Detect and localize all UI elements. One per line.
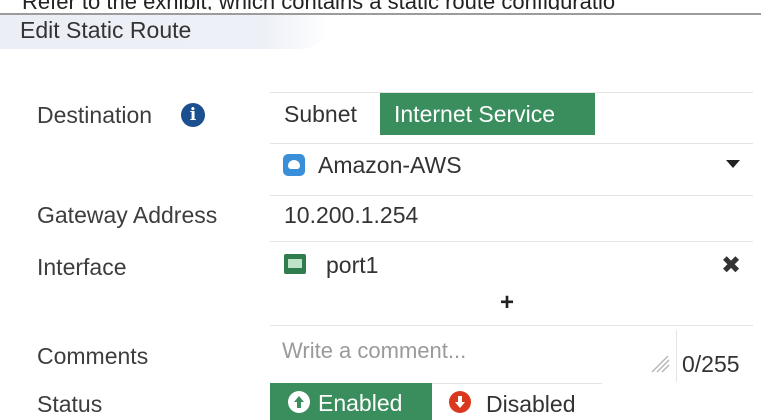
arrow-down-circle-icon	[449, 391, 471, 413]
divider	[270, 143, 753, 144]
destination-type-internet-service[interactable]: Internet Service	[380, 93, 595, 135]
resize-grip-icon[interactable]	[648, 355, 670, 373]
internet-service-value: Amazon-AWS	[318, 152, 462, 178]
interface-label: Interface	[37, 254, 127, 280]
gateway-address-input[interactable]: 10.200.1.254	[284, 201, 418, 229]
dialog-title: Edit Static Route	[20, 17, 192, 43]
divider	[676, 330, 677, 382]
comment-textarea[interactable]	[270, 330, 676, 380]
plus-icon[interactable]: +	[500, 290, 514, 316]
interface-value: port1	[326, 252, 379, 278]
gateway-label: Gateway Address	[37, 202, 218, 228]
network-port-icon	[284, 254, 306, 274]
exhibit-caption: Refer to the exhibit, which contains a s…	[0, 0, 761, 10]
chevron-down-icon[interactable]	[726, 160, 740, 168]
cloud-icon	[283, 154, 305, 176]
destination-label: Destination	[37, 102, 153, 128]
arrow-up-circle-icon	[288, 391, 310, 413]
comment-counter: 0/255	[682, 351, 740, 377]
destination-type-subnet[interactable]: Subnet	[276, 93, 380, 135]
close-icon[interactable]: ✖	[721, 251, 741, 279]
divider	[270, 241, 753, 242]
divider	[270, 195, 753, 196]
status-label: Status	[37, 391, 103, 417]
divider	[270, 325, 753, 326]
info-icon[interactable]: i	[181, 103, 205, 127]
comments-label: Comments	[37, 343, 149, 369]
